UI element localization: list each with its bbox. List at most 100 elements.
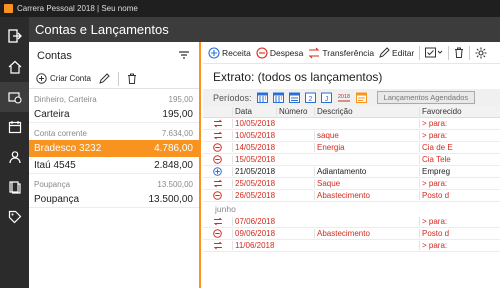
- table-row[interactable]: 07/06/2018 > para:: [203, 216, 500, 228]
- month-label: junho: [215, 204, 236, 214]
- account-group-header: Poupança 13.500,00: [29, 174, 199, 191]
- transactions-june: 07/06/2018 > para: 09/06/2018 Abastecimento…: [203, 216, 500, 252]
- row-type-cell: [203, 131, 232, 140]
- row-payee: Posto d: [419, 191, 500, 200]
- period-all-icon[interactable]: [256, 92, 268, 103]
- transfer-icon: [213, 179, 222, 188]
- transfer-icon: [213, 217, 222, 226]
- account-balance: 4.786,00: [154, 142, 193, 154]
- create-account-button[interactable]: Criar Conta: [36, 73, 91, 84]
- period-semester-icon[interactable]: [288, 92, 300, 103]
- period-quarter-label: 2: [308, 96, 312, 103]
- nav-home[interactable]: [0, 52, 29, 82]
- trash-icon: [127, 73, 136, 84]
- row-type-cell: [203, 179, 232, 188]
- reconcile-dropdown[interactable]: [425, 47, 443, 58]
- row-type-cell: [203, 191, 232, 200]
- transfer-icon: [213, 119, 222, 128]
- col-description[interactable]: Descrição: [314, 107, 419, 116]
- toolbar-divider: [117, 71, 119, 86]
- expense-icon: [213, 155, 222, 164]
- table-row[interactable]: 10/05/2018 > para:: [203, 118, 500, 130]
- transferencia-label: Transferência: [322, 47, 375, 58]
- nav-people[interactable]: [0, 142, 29, 172]
- editar-label: Editar: [392, 47, 415, 58]
- income-icon: [213, 167, 222, 176]
- plus-circle-icon: [208, 46, 220, 59]
- book-icon: [8, 181, 21, 194]
- edit-transaction-button[interactable]: Editar: [379, 47, 414, 58]
- delete-account-button[interactable]: [127, 73, 137, 84]
- pencil-icon: [379, 47, 390, 58]
- account-group-header: Dinheiro, Carteira 195,00: [29, 89, 199, 106]
- nav-calendar[interactable]: [0, 112, 29, 142]
- expense-icon: [213, 191, 222, 200]
- row-type-cell: [203, 119, 232, 128]
- nav-tags[interactable]: [0, 202, 29, 232]
- app-icon: [4, 4, 13, 13]
- transactions-may: 10/05/2018 > para: 10/05/2018 saque > para: 1…: [203, 118, 500, 202]
- row-payee: Cia Tele: [419, 155, 500, 164]
- scheduled-transactions-button[interactable]: Lançamentos Agendados: [376, 91, 476, 104]
- row-payee: > para:: [419, 119, 500, 128]
- transfer-icon: [213, 241, 222, 250]
- home-icon: [8, 60, 21, 74]
- row-description: Energia: [314, 143, 419, 152]
- nav-rail: [0, 17, 29, 288]
- sort-icon[interactable]: [179, 51, 189, 59]
- transfer-icon: [309, 47, 320, 58]
- nav-sign-out[interactable]: [0, 21, 29, 51]
- period-custom-year-label: 2018: [337, 94, 349, 100]
- col-payee[interactable]: Favorecido: [419, 107, 500, 116]
- row-description: Adiantamento: [314, 167, 419, 176]
- table-row[interactable]: 14/05/2018 Energia Cia de E: [203, 142, 500, 154]
- calendar-icon: [8, 121, 21, 134]
- edit-account-button[interactable]: [99, 73, 110, 84]
- account-row[interactable]: Carteira 195,00: [29, 106, 199, 123]
- table-row[interactable]: 09/06/2018 Abastecimento Posto d: [203, 228, 500, 240]
- accounts-panel: Contas Criar Conta Dinheiro, Carteira 19…: [29, 42, 201, 288]
- row-date: 25/05/2018: [232, 179, 276, 188]
- period-custom-year-icon[interactable]: 2018: [337, 92, 351, 103]
- row-description: Abastecimento: [314, 229, 419, 238]
- settings-button[interactable]: [475, 47, 487, 59]
- delete-transaction-button[interactable]: [454, 47, 464, 58]
- table-row[interactable]: 10/05/2018 saque > para:: [203, 130, 500, 142]
- account-row[interactable]: Itaú 4545 2.848,00: [29, 157, 199, 174]
- table-row[interactable]: 15/05/2018 Cia Tele: [203, 154, 500, 166]
- account-row[interactable]: Poupança 13.500,00: [29, 191, 199, 208]
- toolbar-divider: [448, 45, 450, 60]
- col-date[interactable]: Data: [232, 107, 276, 116]
- row-description: saque: [314, 131, 419, 140]
- add-transfer-button[interactable]: Transferência: [308, 47, 374, 59]
- period-month-icon[interactable]: J: [320, 92, 332, 103]
- table-row[interactable]: 11/06/2018 > para:: [203, 240, 500, 252]
- col-number[interactable]: Número: [276, 107, 314, 116]
- period-range-icon[interactable]: [355, 92, 367, 103]
- row-payee: > para:: [419, 241, 500, 250]
- row-payee: > para:: [419, 131, 500, 140]
- table-row[interactable]: 21/05/2018 Adiantamento Empreg: [203, 166, 500, 178]
- group-name: Conta corrente: [34, 129, 87, 138]
- nav-book[interactable]: [0, 172, 29, 202]
- toolbar-divider: [469, 45, 471, 60]
- window-titlebar: Carrera Pessoal 2018 | Seu nome: [0, 0, 500, 17]
- row-payee: Cia de E: [419, 143, 500, 152]
- table-row[interactable]: 26/05/2018 Abastecimento Posto d: [203, 190, 500, 202]
- scheduled-transactions-label: Lançamentos Agendados: [383, 93, 469, 102]
- account-name: Carteira: [34, 108, 70, 120]
- trash-icon: [455, 47, 464, 58]
- table-row[interactable]: 25/05/2018 Saque > para:: [203, 178, 500, 190]
- row-payee: > para:: [419, 217, 500, 226]
- period-quarter-icon[interactable]: 2: [304, 92, 316, 103]
- add-expense-button[interactable]: Despesa: [256, 46, 303, 59]
- period-year-icon[interactable]: [272, 92, 284, 103]
- row-type-cell: [203, 229, 232, 238]
- account-row-selected[interactable]: Bradesco 3232 4.786,00: [29, 140, 199, 157]
- row-type-cell: [203, 241, 232, 250]
- row-type-cell: [203, 143, 232, 152]
- add-income-button[interactable]: Receita: [208, 46, 251, 59]
- account-name: Itaú 4545: [34, 159, 76, 171]
- group-total: 195,00: [168, 95, 193, 104]
- nav-accounts[interactable]: [0, 82, 29, 112]
